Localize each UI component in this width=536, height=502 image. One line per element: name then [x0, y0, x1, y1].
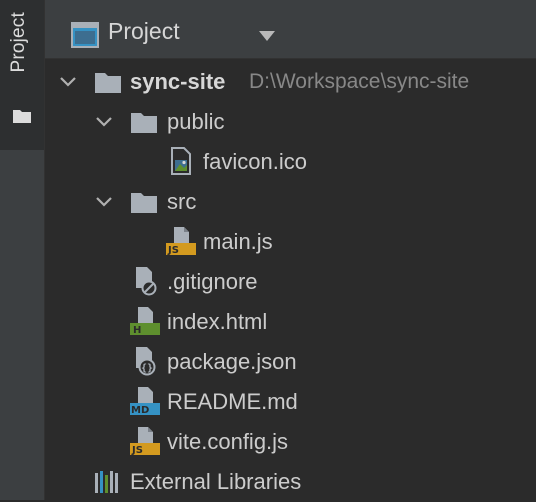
js-file-icon: JS	[130, 427, 160, 456]
tree-row-index-html[interactable]: H index.html	[45, 302, 536, 342]
markdown-file-icon: MD	[130, 387, 160, 416]
svg-text:H: H	[133, 325, 141, 336]
folder-icon	[95, 73, 121, 93]
js-file-icon: JS	[166, 227, 196, 256]
folder-icon	[131, 193, 157, 213]
project-tool-tab-label: Project	[8, 12, 29, 73]
svg-text:{}: {}	[141, 363, 153, 374]
libraries-icon	[95, 471, 118, 493]
chevron-down-icon[interactable]	[95, 113, 113, 131]
chevron-down-icon[interactable]	[59, 73, 77, 91]
tree-row-favicon[interactable]: favicon.ico	[45, 142, 536, 182]
project-tree: sync-site D:\Workspace\sync-site public …	[45, 60, 536, 500]
folder-icon	[131, 113, 157, 133]
tree-row-public[interactable]: public	[45, 102, 536, 142]
root-path: D:\Workspace\sync-site	[249, 70, 470, 93]
root-folder-label: sync-site	[130, 69, 226, 94]
tree-row-external-libraries[interactable]: External Libraries	[45, 462, 536, 502]
svg-text:JS: JS	[167, 245, 179, 256]
file-label: index.html	[167, 309, 268, 334]
file-label: package.json	[167, 349, 297, 374]
tree-row-package-json[interactable]: {} package.json	[45, 342, 536, 382]
file-label: favicon.ico	[203, 149, 307, 174]
folder-label: public	[167, 109, 225, 134]
tree-row-gitignore[interactable]: .gitignore	[45, 262, 536, 302]
project-panel-header: Project	[45, 0, 536, 59]
ignore-file-icon	[136, 267, 157, 296]
tool-window-strip: Project	[0, 0, 45, 500]
tree-row-vite-config[interactable]: JS vite.config.js	[45, 422, 536, 462]
folder-icon	[13, 110, 31, 123]
folder-label: src	[167, 189, 197, 214]
svg-text:MD: MD	[131, 405, 149, 416]
file-label: README.md	[167, 389, 298, 414]
tree-row-readme[interactable]: MD README.md	[45, 382, 536, 422]
tree-row-main-js[interactable]: JS main.js	[45, 222, 536, 262]
file-label: main.js	[203, 229, 273, 254]
project-tool-tab[interactable]: Project	[0, 0, 44, 150]
caret-down-icon[interactable]	[258, 30, 276, 42]
chevron-down-icon[interactable]	[95, 193, 113, 211]
file-label: vite.config.js	[167, 429, 289, 454]
json-file-icon: {}	[136, 347, 156, 376]
image-file-icon	[171, 147, 191, 175]
project-window-icon	[71, 22, 99, 48]
file-label: .gitignore	[167, 269, 258, 294]
panel-title[interactable]: Project	[108, 18, 180, 45]
tree-row-sync-site[interactable]: sync-site D:\Workspace\sync-site	[45, 62, 536, 102]
external-libraries-label: External Libraries	[130, 469, 302, 494]
html-file-icon: H	[130, 307, 160, 336]
svg-text:JS: JS	[131, 445, 143, 456]
tree-row-src[interactable]: src	[45, 182, 536, 222]
